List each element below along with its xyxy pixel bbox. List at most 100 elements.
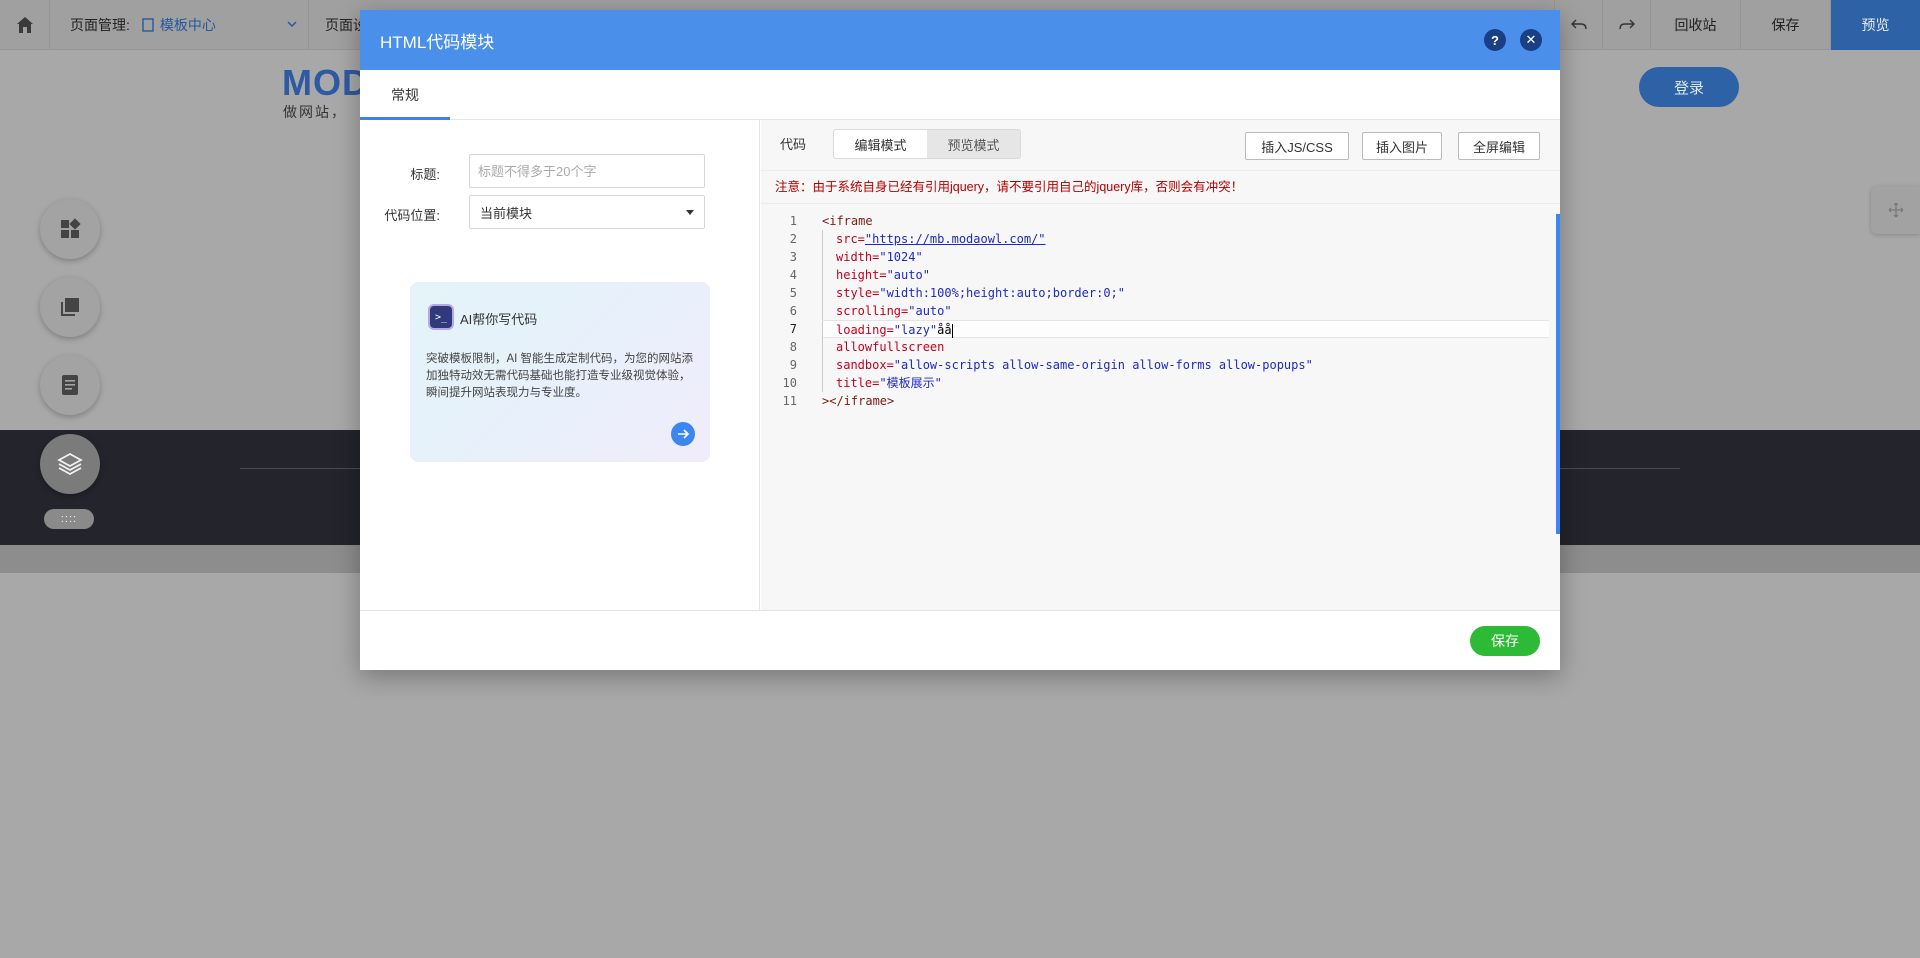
page-management-label: 页面管理:	[70, 16, 130, 33]
fullscreen-edit-button[interactable]: 全屏编辑	[1458, 132, 1540, 160]
dialog-body: 标题: 代码位置: 当前模块 >_ AI帮你写代码 突破模板限制，AI 智能生成…	[360, 120, 1560, 610]
terminal-icon: >_	[430, 306, 452, 328]
code-token: style=	[836, 286, 880, 300]
move-icon	[1888, 202, 1903, 218]
code-token: height=	[836, 268, 887, 282]
code-token: "auto"	[908, 304, 952, 318]
code-line-active: loading="lazy"åå	[822, 320, 1549, 339]
undo-button[interactable]	[1554, 0, 1602, 50]
line-number: 8	[789, 340, 797, 354]
code-line: ></iframe>	[822, 392, 1547, 410]
code-token: "auto"	[886, 268, 930, 282]
ai-card-title: AI帮你写代码	[460, 312, 538, 327]
layers-tool-button[interactable]	[40, 434, 100, 494]
line-number: 4	[789, 268, 797, 282]
code-line: <iframe	[822, 212, 1547, 230]
indent-guide	[822, 302, 836, 320]
redo-button[interactable]	[1602, 0, 1650, 50]
pages-tool-button[interactable]	[40, 277, 100, 337]
code-token: "allow-scripts allow-same-origin allow-f…	[893, 358, 1313, 372]
line-number: 9	[789, 358, 797, 372]
line-number: 6	[789, 304, 797, 318]
indent-guide	[822, 266, 836, 284]
mode-switch: 编辑模式 预览模式	[833, 129, 1021, 159]
line-number-gutter: 1 2 3 4 5 6 7 8 9 10 11	[761, 212, 797, 410]
line-number: 3	[789, 250, 797, 264]
indent-guide	[822, 356, 836, 374]
code-token: åå	[937, 323, 952, 337]
tab-general[interactable]: 常规	[360, 70, 450, 120]
page-settings-menu[interactable]: 页面设	[308, 0, 368, 50]
move-handle-button[interactable]	[1871, 186, 1920, 234]
code-line: height="auto"	[822, 266, 1547, 284]
jquery-warning: 注意：由于系统自身已经有引用jquery，请不要引用自己的jquery库，否则会…	[761, 170, 1560, 204]
code-line: sandbox="allow-scripts allow-same-origin…	[822, 356, 1547, 374]
indent-guide	[822, 230, 836, 248]
login-button[interactable]: 登录	[1639, 67, 1739, 107]
code-token: <iframe	[822, 214, 873, 228]
template-center-label: 模板中心	[159, 16, 216, 33]
ai-code-card[interactable]: >_ AI帮你写代码 突破模板限制，AI 智能生成定制代码，为您的网站添加独特动…	[410, 282, 710, 462]
code-editor[interactable]: 1 2 3 4 5 6 7 8 9 10 11 <iframe src="htt…	[761, 204, 1560, 610]
code-toolbar: 代码 编辑模式 预览模式 插入JS/CSS 插入图片 全屏编辑	[761, 120, 1560, 162]
code-line: width="1024"	[822, 248, 1547, 266]
help-icon[interactable]: ?	[1484, 29, 1506, 51]
components-tool-button[interactable]	[40, 199, 100, 259]
title-label: 标题:	[410, 167, 440, 182]
insert-image-button[interactable]: 插入图片	[1362, 132, 1442, 160]
line-number: 1	[789, 214, 797, 228]
arrow-right-icon[interactable]	[671, 422, 695, 446]
insert-js-css-button[interactable]: 插入JS/CSS	[1245, 132, 1349, 160]
topbar-save-button[interactable]: 保存	[1740, 0, 1830, 50]
code-pane: 代码 编辑模式 预览模式 插入JS/CSS 插入图片 全屏编辑 注意：由于系统自…	[761, 120, 1560, 610]
site-logo: MOD	[282, 62, 369, 103]
code-token: allowfullscreen	[836, 340, 945, 354]
dialog-title: HTML代码模块	[380, 32, 495, 52]
caret-down-icon	[686, 209, 694, 215]
code-lines[interactable]: <iframe src="https://mb.modaowl.com/" wi…	[822, 212, 1549, 410]
code-line: style="width:100%;height:auto;border:0;"	[822, 284, 1547, 302]
close-icon[interactable]: ✕	[1520, 29, 1542, 51]
code-label: 代码	[780, 137, 807, 152]
code-token: "width:100%;height:auto;border:0;"	[879, 286, 1125, 300]
chevron-down-icon[interactable]	[286, 18, 298, 30]
save-button[interactable]: 保存	[1470, 626, 1540, 656]
line-number: 2	[789, 232, 797, 246]
code-link[interactable]: "https://mb.modaowl.com/"	[865, 232, 1046, 246]
code-token: "模板展示"	[879, 376, 942, 390]
code-token: ></iframe>	[822, 394, 895, 408]
settings-pane: 标题: 代码位置: 当前模块 >_ AI帮你写代码 突破模板限制，AI 智能生成…	[360, 120, 760, 610]
title-input[interactable]	[469, 154, 705, 188]
code-token: sandbox=	[836, 358, 894, 372]
code-token: title=	[836, 376, 880, 390]
redo-icon	[1618, 19, 1635, 30]
layers-icon	[57, 452, 83, 476]
template-center-select[interactable]: 模板中心	[142, 15, 216, 35]
code-line: title="模板展示"	[822, 374, 1547, 392]
preview-mode-button[interactable]: 预览模式	[927, 130, 1020, 158]
indent-guide	[822, 321, 836, 339]
code-token: "1024"	[879, 250, 923, 264]
indent-guide	[822, 374, 836, 392]
code-position-label: 代码位置:	[384, 208, 440, 223]
grid-icon	[61, 218, 81, 238]
dialog-tabs: 常规	[360, 70, 1560, 120]
html-code-module-dialog: HTML代码模块 ? ✕ 常规 标题: 代码位置: 当前模块 >_ AI帮你写代…	[360, 10, 1560, 670]
preview-button[interactable]: 预览	[1830, 0, 1920, 50]
line-number: 10	[782, 376, 797, 390]
site-logo-subtitle: 做网站，	[283, 104, 347, 120]
indent-guide	[822, 248, 836, 266]
document-icon	[62, 375, 78, 395]
editor-scrollbar[interactable]	[1556, 214, 1560, 534]
recycle-bin-button[interactable]: 回收站	[1650, 0, 1740, 50]
edit-mode-button[interactable]: 编辑模式	[834, 130, 927, 158]
code-token: "lazy"	[893, 323, 938, 337]
document-tool-button[interactable]	[40, 355, 100, 415]
code-line: scrolling="auto"	[822, 302, 1547, 320]
home-button[interactable]	[0, 0, 50, 50]
line-number: 5	[789, 286, 797, 300]
code-line: allowfullscreen	[822, 338, 1547, 356]
code-position-select[interactable]: 当前模块	[469, 195, 705, 229]
copy-icon	[61, 298, 79, 316]
drag-handle[interactable]: ::::	[44, 509, 94, 529]
